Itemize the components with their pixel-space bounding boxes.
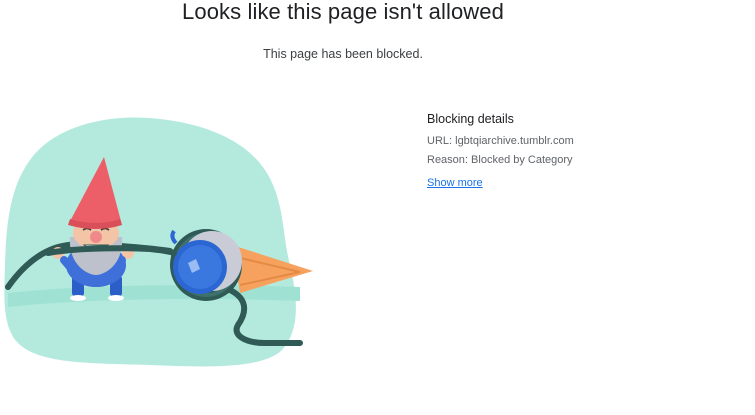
page-subtitle: This page has been blocked.	[263, 47, 423, 61]
url-value: lgbtqiarchive.tumblr.com	[455, 135, 574, 147]
blocking-details-heading: Blocking details	[427, 112, 514, 126]
show-more-link[interactable]: Show more	[427, 177, 483, 189]
gnome-pulling-cable-icon	[4, 117, 313, 367]
url-row: URL: lgbtqiarchive.tumblr.com	[427, 135, 727, 147]
reason-row: Reason: Blocked by Category	[427, 154, 727, 166]
reason-value: Blocked by Category	[471, 154, 573, 166]
blocked-page: Looks like this page isn't allowed This …	[0, 0, 755, 415]
page-title: Looks like this page isn't allowed	[182, 0, 504, 24]
reason-label: Reason:	[427, 154, 468, 166]
blocking-details: Blocking details URL: lgbtqiarchive.tumb…	[427, 112, 727, 191]
url-label: URL:	[427, 135, 453, 147]
